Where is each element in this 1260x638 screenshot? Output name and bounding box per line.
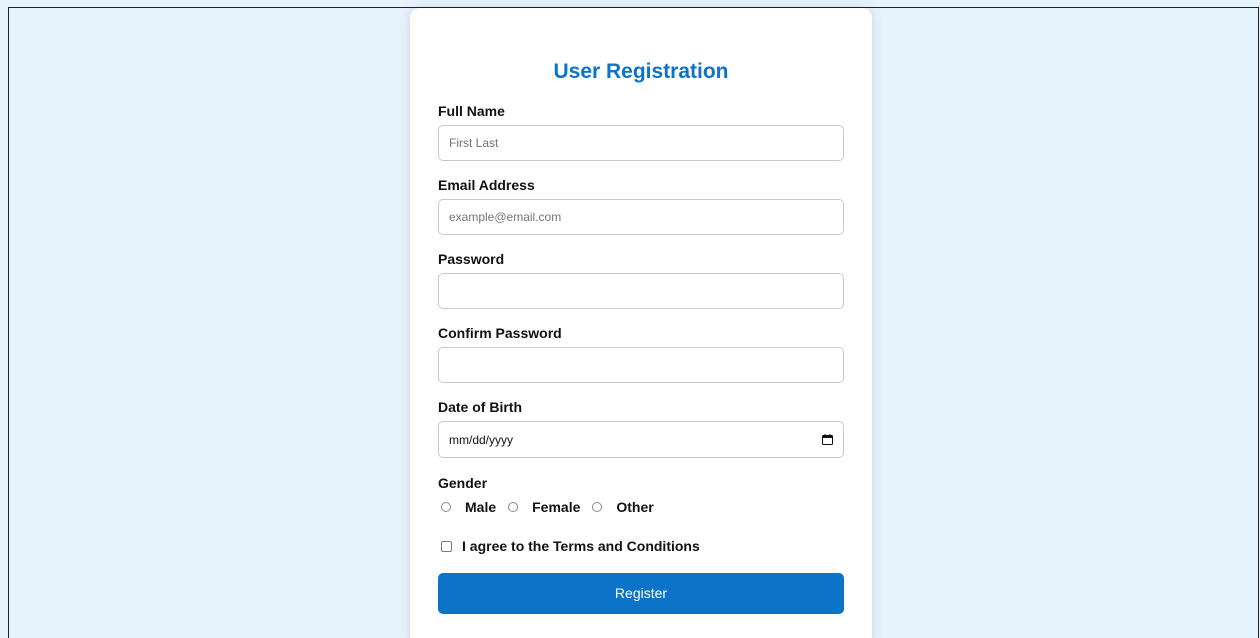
gender-radio-male[interactable] xyxy=(441,502,451,512)
gender-option-label: Male xyxy=(465,499,497,515)
email-label: Email Address xyxy=(438,177,535,193)
confirm-password-label: Confirm Password xyxy=(438,325,562,341)
registration-card: User Registration Full Name Email Addres… xyxy=(410,8,872,638)
gender-radio-female[interactable] xyxy=(508,502,519,512)
register-button[interactable]: Register xyxy=(438,573,844,614)
terms-checkbox[interactable] xyxy=(441,540,452,552)
dob-value: mm/dd/yyyy xyxy=(449,433,514,447)
dob-label: Date of Birth xyxy=(438,399,522,415)
gender-label: Gender xyxy=(438,475,488,491)
terms-label: I agree to the Terms and Conditions xyxy=(462,538,700,554)
email-input[interactable] xyxy=(438,199,844,235)
terms-row: I agree to the Terms and Conditions xyxy=(441,537,700,555)
password-label: Password xyxy=(438,251,505,267)
form-title: User Registration xyxy=(553,60,729,83)
full-name-input[interactable] xyxy=(438,125,844,161)
gender-option-label: Female xyxy=(532,499,581,515)
confirm-password-input[interactable] xyxy=(438,347,844,383)
gender-option-label: Other xyxy=(616,499,654,515)
full-name-label: Full Name xyxy=(438,103,505,119)
calendar-icon[interactable] xyxy=(822,434,833,445)
gender-radio-group: Male Female Other xyxy=(441,498,666,516)
password-input[interactable] xyxy=(438,273,844,309)
gender-radio-other[interactable] xyxy=(592,502,603,512)
dob-input[interactable]: mm/dd/yyyy xyxy=(438,421,844,458)
